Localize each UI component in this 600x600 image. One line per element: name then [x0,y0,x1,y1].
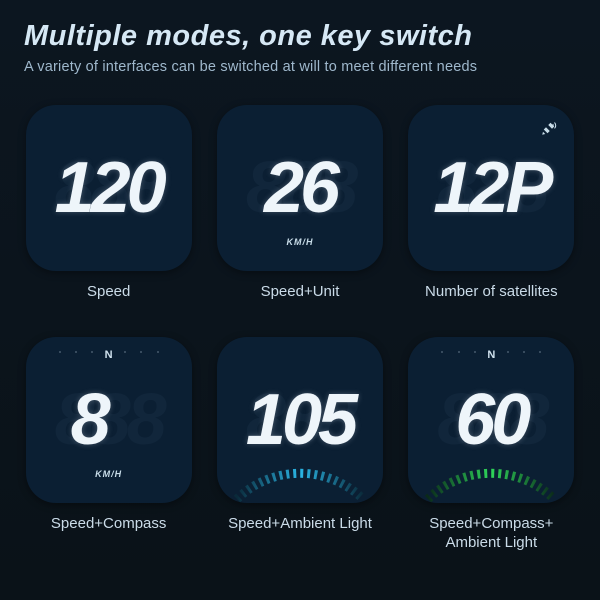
mode-caption: Speed+Unit [261,283,340,323]
mode-tile-speed-compass[interactable]: 888 N 8 KM/H [26,337,192,503]
display-value: 120 [55,147,163,229]
page-title: Multiple modes, one key switch [24,20,576,53]
unit-label: KM/H [286,237,313,247]
unit-label: KM/H [95,469,122,479]
ambient-arc-icon [416,449,566,503]
mode-caption: Number of satellites [425,283,558,323]
ambient-arc-icon [225,449,375,503]
mode-tile-speed-compass-ambient[interactable]: 888 N 60 [408,337,574,503]
compass-heading: N [105,349,113,361]
mode-caption: Speed+Compass [51,515,167,555]
mode-tile-speed-unit[interactable]: 888 26 KM/H [217,105,383,271]
mode-caption: Speed+Compass+Ambient Light [429,515,553,555]
compass-heading: N [487,349,495,361]
mode-grid: 888 120 Speed 888 26 KM/H Speed+Unit 888… [0,87,600,555]
display-value: 12P [433,147,549,229]
mode-caption: Speed+Ambient Light [228,515,372,555]
satellite-icon [540,119,558,142]
display-value: 8 [71,379,107,461]
display-value: 26 [264,147,336,229]
mode-tile-speed-ambient[interactable]: 888 105 [217,337,383,503]
mode-tile-speed[interactable]: 888 120 [26,105,192,271]
page-subtitle: A variety of interfaces can be switched … [24,59,576,75]
mode-tile-satellites[interactable]: 888 12P [408,105,574,271]
mode-caption: Speed [87,283,130,323]
